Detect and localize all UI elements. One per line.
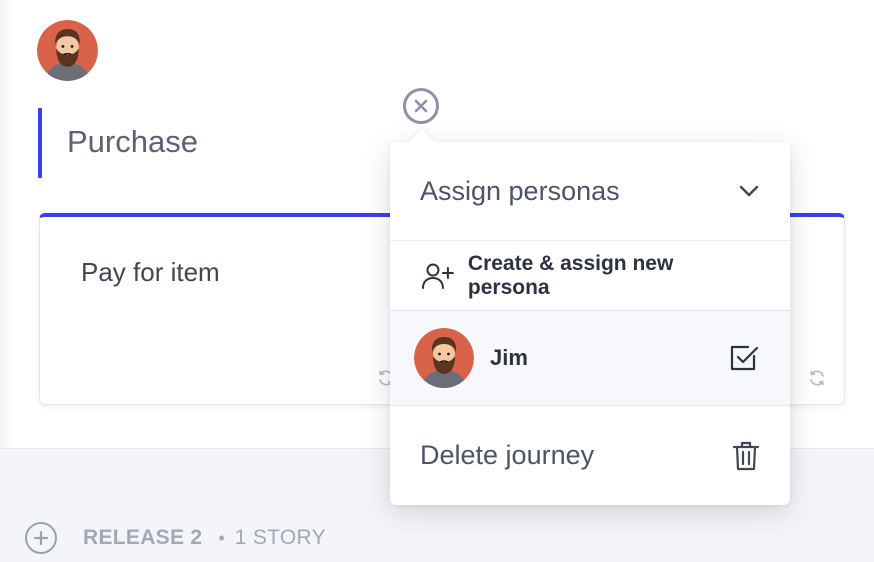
persona-avatar — [414, 328, 474, 388]
close-icon — [414, 99, 428, 113]
release-name[interactable]: RELEASE 2 — [83, 526, 202, 550]
trash-icon — [732, 441, 760, 470]
create-persona-label: Create & assign new persona — [467, 251, 674, 299]
checkbox-checked-icon[interactable] — [728, 342, 760, 374]
add-user-icon — [421, 263, 454, 289]
release-separator: • — [218, 527, 225, 548]
add-release-button[interactable] — [25, 522, 57, 554]
persona-name: Jim — [490, 345, 528, 370]
persona-item[interactable]: Jim — [390, 311, 790, 406]
plus-icon — [33, 530, 49, 546]
release-story-count: 1 STORY — [234, 526, 326, 549]
journey-title[interactable]: Purchase — [67, 124, 198, 160]
close-popup-button[interactable] — [403, 88, 439, 124]
create-persona-button[interactable]: Create & assign new persona — [390, 241, 790, 311]
journey-persona-avatar[interactable] — [37, 20, 98, 81]
assign-personas-dropdown[interactable]: Assign personas — [390, 142, 790, 241]
refresh-icon[interactable] — [806, 367, 828, 389]
journey-accent-bar — [38, 108, 42, 178]
story-title[interactable]: Pay for item — [81, 257, 220, 288]
journey-options-popup: Assign personas Create & assign new pers… — [390, 129, 790, 505]
delete-journey-button[interactable]: Delete journey — [390, 406, 790, 505]
board-edge-shadow — [0, 0, 14, 448]
delete-journey-label: Delete journey — [420, 440, 595, 470]
assign-personas-label: Assign personas — [420, 175, 620, 206]
chevron-down-icon — [739, 185, 759, 197]
release-header: RELEASE 2 • 1 STORY — [25, 522, 326, 554]
